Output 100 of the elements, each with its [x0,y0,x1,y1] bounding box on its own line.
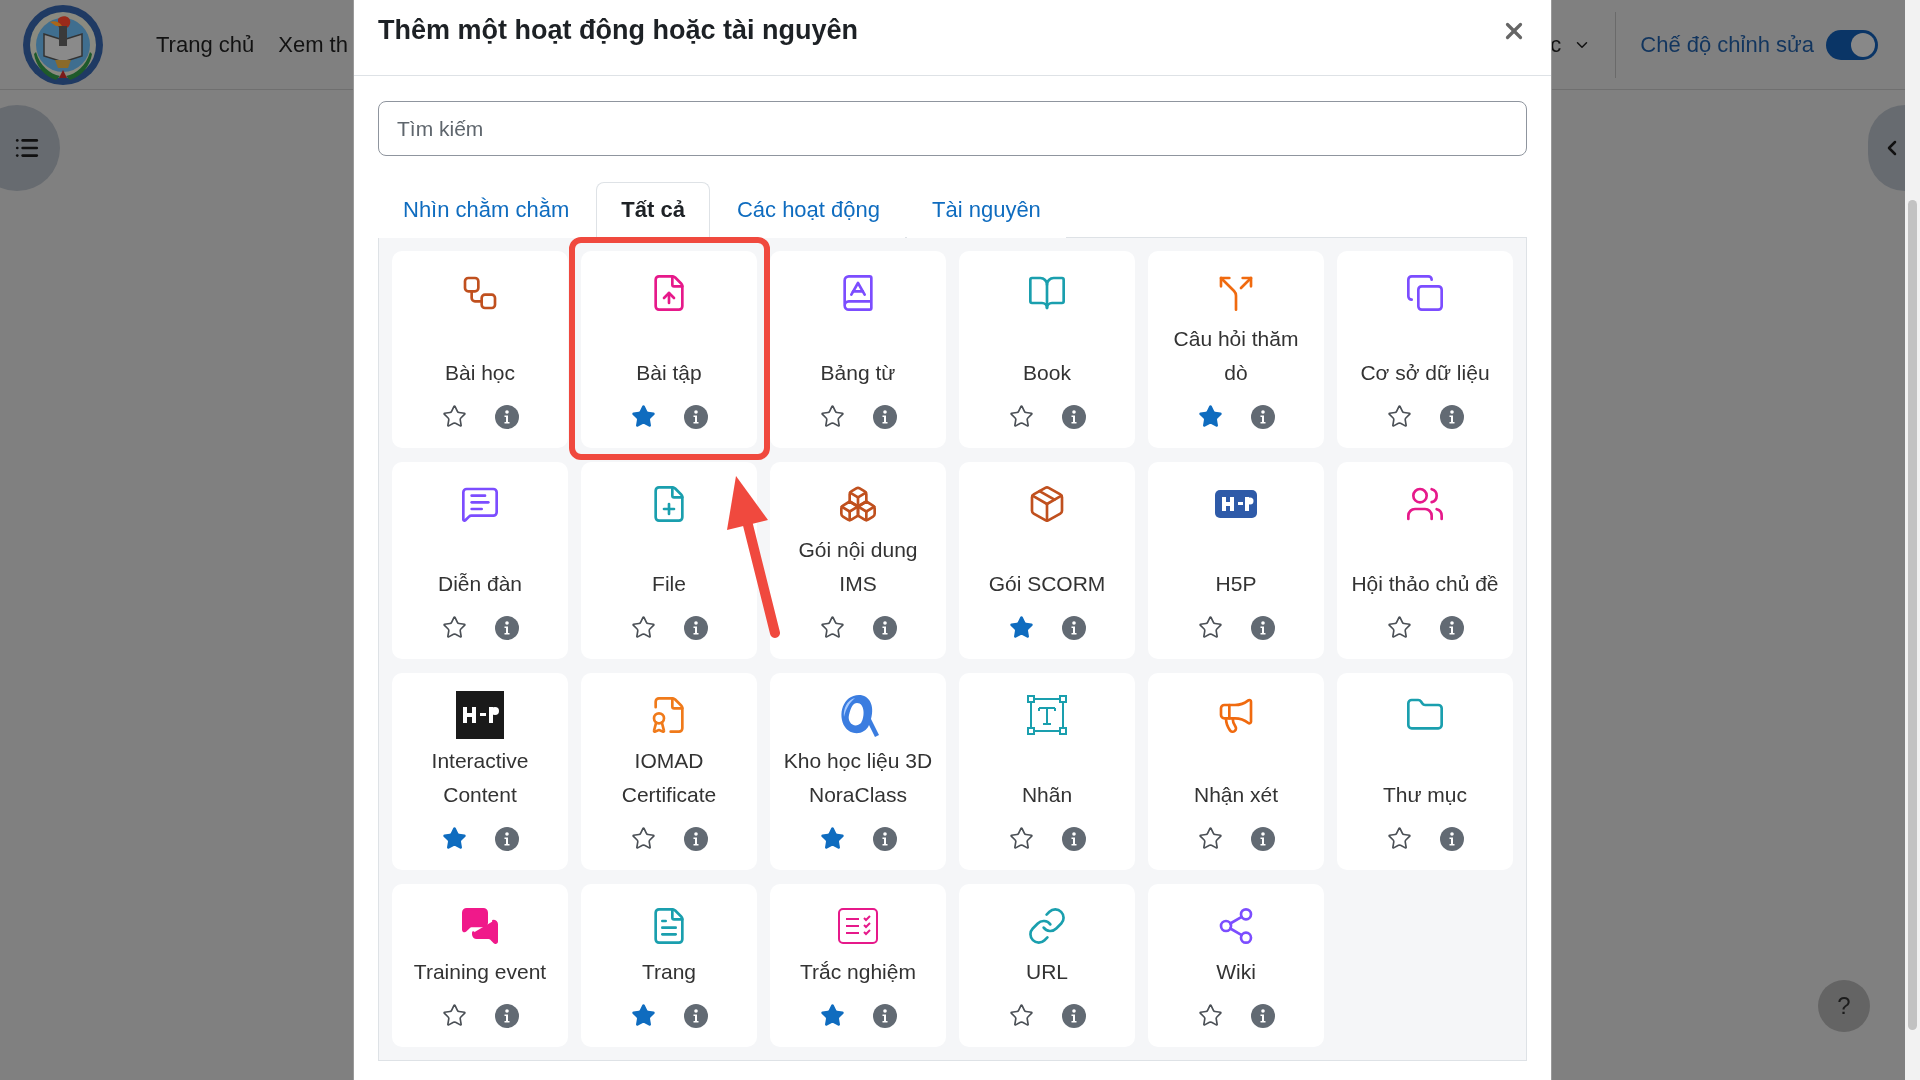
activity-name: Bảng từ [819,360,897,386]
star-button[interactable] [1197,1003,1223,1028]
info-button[interactable] [872,404,897,429]
info-button[interactable] [1250,404,1275,429]
star-button[interactable] [441,1003,467,1028]
info-button[interactable] [1439,615,1464,640]
activity-card[interactable]: Wiki [1148,884,1324,1047]
activity-card[interactable]: Interactive Content [392,673,568,870]
info-button[interactable] [494,1003,519,1028]
info-button[interactable] [494,826,519,851]
star-button[interactable] [1386,615,1412,640]
info-button[interactable] [1439,826,1464,851]
info-icon [494,404,519,429]
activity-card[interactable]: Nhãn [959,673,1135,870]
activity-card[interactable]: Trắc nghiệm [770,884,946,1047]
star-button[interactable] [1386,404,1412,429]
edit-mode-label: Chế độ chỉnh sửa [1640,31,1814,58]
star-button[interactable] [1386,826,1412,851]
star-button[interactable] [630,826,656,851]
activity-name: Nhận xét [1192,782,1280,808]
info-icon [872,1003,897,1028]
activity-card[interactable]: Nhận xét [1148,673,1324,870]
info-icon [494,615,519,640]
activity-card[interactable]: Bài học [392,251,568,448]
scrollbar[interactable] [1905,0,1920,1080]
star-button[interactable] [630,615,656,640]
info-button[interactable] [1439,404,1464,429]
activity-card[interactable]: Bảng từ [770,251,946,448]
activity-card[interactable]: Kho học liệu 3D NoraClass [770,673,946,870]
info-button[interactable] [872,826,897,851]
star-button[interactable] [1008,404,1034,429]
info-button[interactable] [872,615,897,640]
info-button[interactable] [1061,404,1086,429]
activity-card[interactable]: Gói nội dung IMS [770,462,946,659]
nav-link[interactable]: Xem th [278,31,348,58]
nav-link[interactable]: Trang chủ [156,31,255,58]
activity-card[interactable]: Training event [392,884,568,1047]
info-icon [683,615,708,640]
info-icon [1061,1003,1086,1028]
activity-name: Cơ sở dữ liệu [1359,360,1491,386]
info-button[interactable] [683,615,708,640]
info-button[interactable] [494,615,519,640]
info-button[interactable] [1061,1003,1086,1028]
info-button[interactable] [872,1003,897,1028]
info-icon [872,826,897,851]
info-icon [683,1003,708,1028]
info-button[interactable] [1250,615,1275,640]
info-button[interactable] [683,404,708,429]
info-button[interactable] [683,1003,708,1028]
activity-name: Wiki [1215,959,1257,985]
star-button[interactable] [819,404,845,429]
activity-card[interactable]: H5P [1148,462,1324,659]
star-button[interactable] [1197,615,1223,640]
activity-card[interactable]: Câu hỏi thăm dò [1148,251,1324,448]
activity-name: Bài tập [635,360,703,386]
info-button[interactable] [1250,826,1275,851]
activity-name: Hội thảo chủ đề [1350,571,1500,597]
activity-card[interactable]: Trang [581,884,757,1047]
info-icon [683,404,708,429]
info-icon [494,1003,519,1028]
activity-card[interactable]: Thư mục [1337,673,1513,870]
star-button[interactable] [630,404,656,429]
edit-mode-toggle[interactable] [1826,29,1878,60]
info-button[interactable] [1061,826,1086,851]
info-icon [1250,615,1275,640]
activity-card[interactable]: IOMAD Certificate [581,673,757,870]
star-button[interactable] [1197,404,1223,429]
star-button[interactable] [441,826,467,851]
info-icon [683,826,708,851]
activity-card[interactable]: File [581,462,757,659]
star-button[interactable] [1197,826,1223,851]
activity-card[interactable]: Hội thảo chủ đề [1337,462,1513,659]
star-button[interactable] [630,1003,656,1028]
activity-card[interactable]: Gói SCORM [959,462,1135,659]
star-button[interactable] [819,615,845,640]
star-button[interactable] [1008,826,1034,851]
activity-name: Training event [412,959,548,985]
activity-card[interactable]: Diễn đàn [392,462,568,659]
star-button[interactable] [441,404,467,429]
activity-name: Gói SCORM [987,571,1107,597]
activity-card[interactable]: URL [959,884,1135,1047]
star-button[interactable] [819,826,845,851]
activity-card[interactable]: Book [959,251,1135,448]
activity-card[interactable]: Cơ sở dữ liệu [1337,251,1513,448]
activity-name: Trang [640,959,698,985]
info-button[interactable] [1061,615,1086,640]
info-icon [1061,826,1086,851]
info-button[interactable] [1250,1003,1275,1028]
star-button[interactable] [1008,615,1034,640]
search-field[interactable]: Tìm kiếm [378,101,1527,156]
info-button[interactable] [683,826,708,851]
star-button[interactable] [1008,1003,1034,1028]
star-button[interactable] [819,1003,845,1028]
activity-name: Book [1022,360,1072,386]
info-icon [1061,615,1086,640]
info-button[interactable] [494,404,519,429]
star-button[interactable] [441,615,467,640]
tab[interactable]: Tất cả [596,182,710,238]
activity-card[interactable]: Bài tập [581,251,757,448]
info-icon [1439,826,1464,851]
